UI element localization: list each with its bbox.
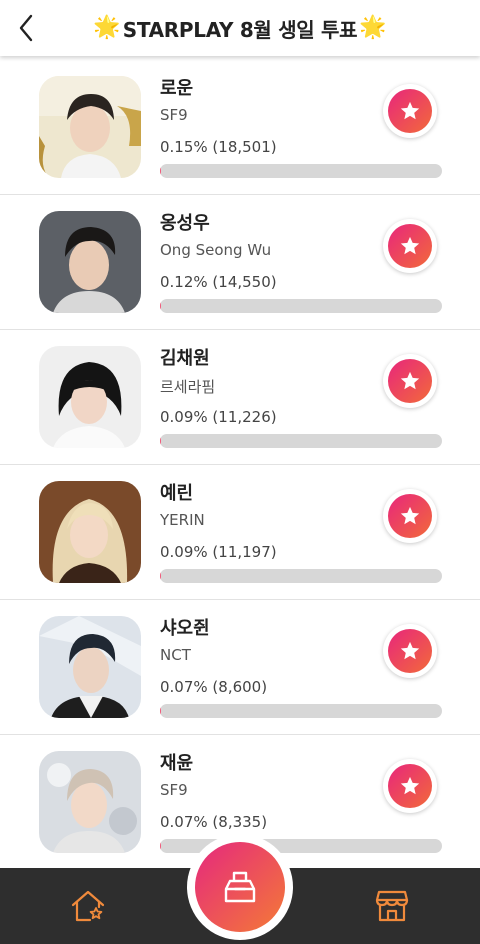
vote-progress-bar	[160, 164, 442, 178]
star-icon	[400, 641, 420, 660]
candidate-photo	[39, 211, 141, 313]
candidate-row: 샤오쥔 NCT 0.07% (8,600)	[0, 600, 480, 735]
star-icon	[400, 371, 420, 390]
store-nav-button[interactable]	[374, 888, 410, 924]
candidate-row: 로운 SF9 0.15% (18,501)	[0, 60, 480, 195]
candidate-photo	[39, 346, 141, 448]
candidate-name: 김채원	[160, 348, 210, 369]
sparkle-left-icon: 🌟	[93, 15, 121, 40]
star-icon	[400, 101, 420, 120]
vote-button[interactable]	[383, 354, 437, 408]
vote-button[interactable]	[383, 84, 437, 138]
candidate-vote-stat: 0.07% (8,600)	[160, 678, 268, 696]
candidate-group: NCT	[160, 646, 191, 664]
vote-button[interactable]	[383, 624, 437, 678]
candidate-group: SF9	[160, 781, 188, 799]
candidate-photo	[39, 616, 141, 718]
star-icon	[400, 506, 420, 525]
candidate-vote-stat: 0.07% (8,335)	[160, 813, 268, 831]
candidate-name: 로운	[160, 78, 194, 99]
ballot-box-icon	[224, 871, 256, 903]
candidate-photo	[39, 481, 141, 583]
vote-button[interactable]	[383, 759, 437, 813]
vote-button[interactable]	[383, 219, 437, 273]
candidate-group: 르세라핌	[160, 378, 216, 396]
candidate-name: 옹성우	[160, 213, 210, 234]
candidate-name: 예린	[160, 483, 194, 504]
vote-progress-bar	[160, 569, 442, 583]
center-action-ring	[187, 834, 293, 940]
candidate-vote-stat: 0.12% (14,550)	[160, 273, 277, 291]
vote-progress-bar	[160, 434, 442, 448]
vote-box-button[interactable]	[195, 842, 285, 932]
candidate-row: 옹성우 Ong Seong Wu 0.12% (14,550)	[0, 195, 480, 330]
page-title: STARPLAY 8월 생일 투표	[122, 17, 358, 42]
candidate-vote-stat: 0.15% (18,501)	[160, 138, 277, 156]
candidate-group: SF9	[160, 106, 188, 124]
star-icon	[400, 776, 420, 795]
star-icon	[400, 236, 420, 255]
candidate-group: YERIN	[160, 511, 205, 529]
candidate-name: 샤오쥔	[160, 618, 210, 639]
vote-button[interactable]	[383, 489, 437, 543]
sparkle-right-icon: 🌟	[359, 15, 387, 40]
store-icon	[375, 890, 409, 922]
candidate-vote-stat: 0.09% (11,226)	[160, 408, 277, 426]
vote-progress-bar	[160, 299, 442, 313]
candidate-name: 재윤	[160, 753, 194, 774]
candidate-row: 김채원 르세라핌 0.09% (11,226)	[0, 330, 480, 465]
candidate-group: Ong Seong Wu	[160, 241, 272, 259]
candidate-photo	[39, 751, 141, 853]
app-header: 🌟 STARPLAY 8월 생일 투표 🌟	[0, 0, 480, 56]
candidate-row: 예린 YERIN 0.09% (11,197)	[0, 465, 480, 600]
home-nav-button[interactable]	[70, 888, 106, 924]
home-star-icon	[71, 890, 105, 922]
candidate-vote-stat: 0.09% (11,197)	[160, 543, 277, 561]
page-title-group: 🌟 STARPLAY 8월 생일 투표 🌟	[0, 0, 480, 56]
vote-progress-bar	[160, 704, 442, 718]
candidate-photo	[39, 76, 141, 178]
candidate-list: 로운 SF9 0.15% (18,501) 옹성우 Ong Seong Wu 0…	[0, 60, 480, 870]
